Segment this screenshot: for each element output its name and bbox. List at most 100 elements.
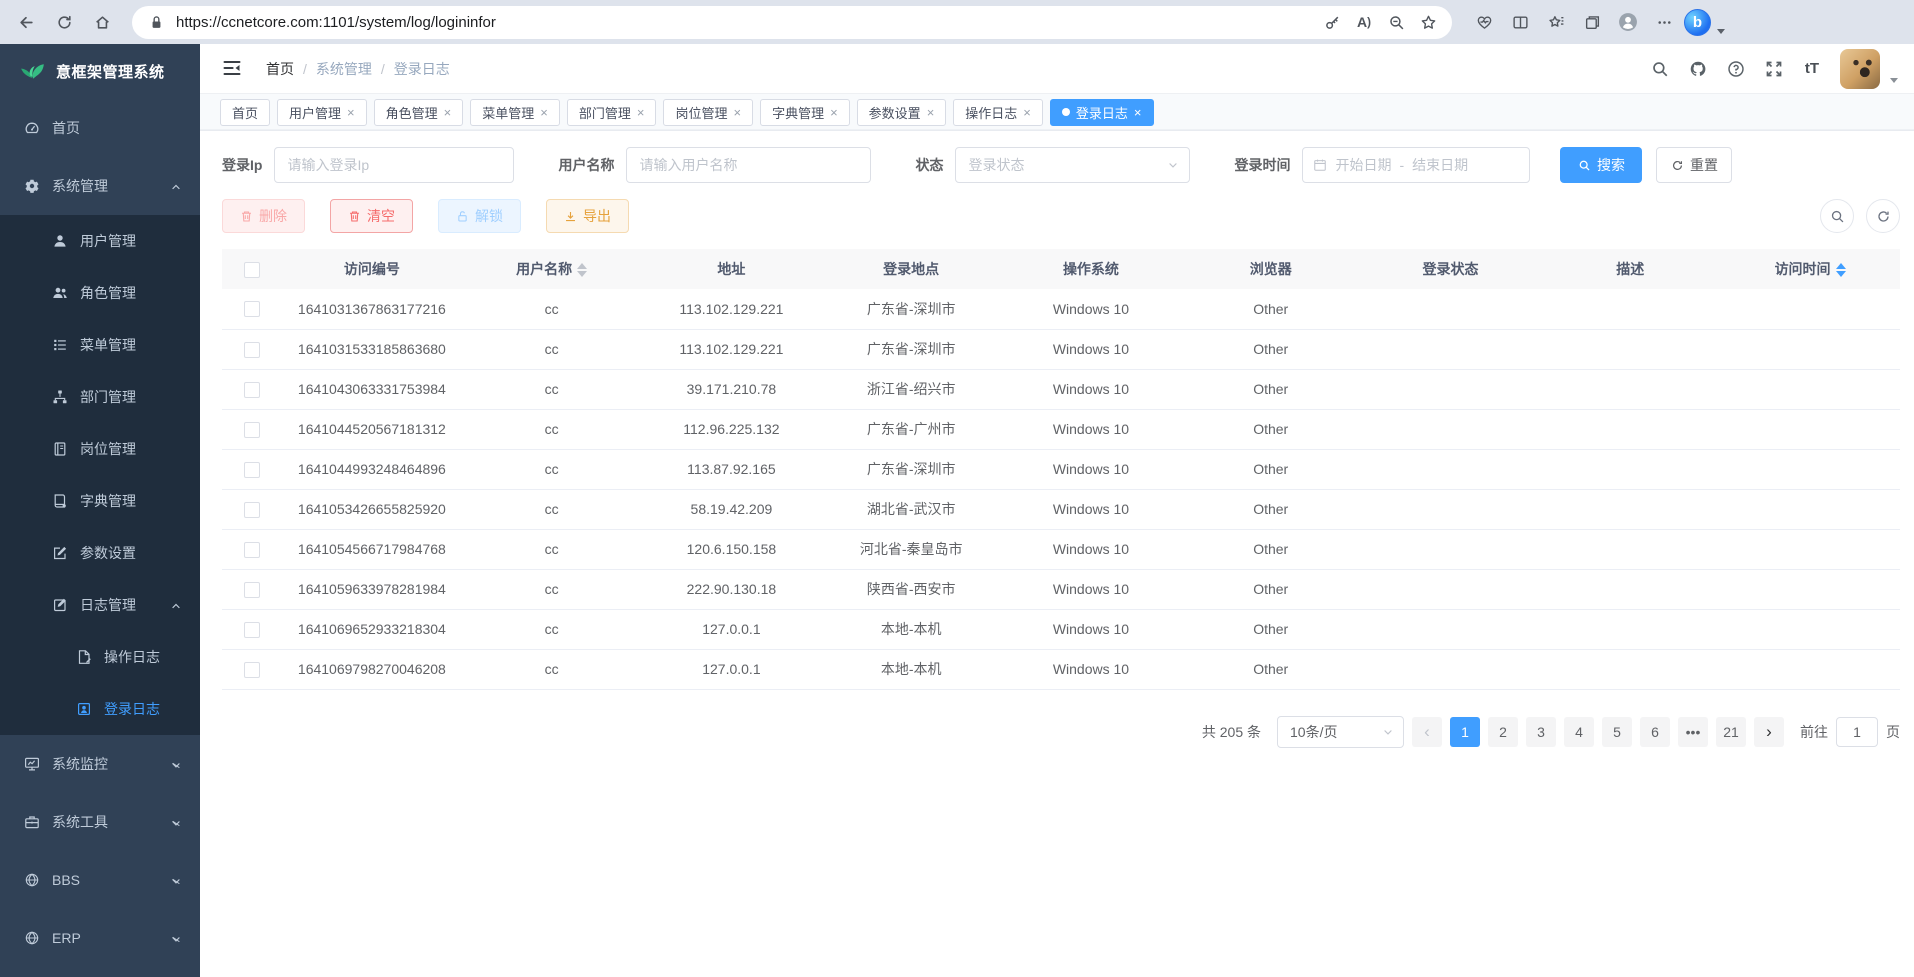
row-checkbox[interactable]	[244, 502, 260, 518]
sidebar-item-角色管理[interactable]: 角色管理	[0, 267, 200, 319]
tab-操作日志[interactable]: 操作日志×	[953, 99, 1043, 126]
lock-icon[interactable]	[146, 12, 166, 32]
favorite-add-icon[interactable]	[1414, 8, 1442, 36]
table-row[interactable]: 1641031367863177216cc113.102.129.221广东省-…	[222, 289, 1900, 329]
sidebar-item-首页[interactable]: 首页	[0, 99, 200, 157]
row-checkbox[interactable]	[244, 382, 260, 398]
table-row[interactable]: 1641044520567181312cc112.96.225.132广东省-广…	[222, 409, 1900, 449]
row-checkbox[interactable]	[244, 582, 260, 598]
sidebar-item-操作日志[interactable]: 操作日志	[0, 631, 200, 683]
login-ip-field[interactable]	[274, 147, 514, 183]
select-all-checkbox[interactable]	[244, 262, 260, 278]
sidebar-item-BBS[interactable]: BBS	[0, 851, 200, 909]
sidebar-item-菜单管理[interactable]: 菜单管理	[0, 319, 200, 371]
collapse-menu-icon[interactable]	[222, 58, 244, 80]
row-checkbox[interactable]	[244, 342, 260, 358]
copilot-caret-icon[interactable]	[1717, 29, 1725, 34]
back-icon[interactable]	[10, 6, 42, 38]
sidebar-item-日志管理[interactable]: 日志管理	[0, 579, 200, 631]
close-icon[interactable]: ×	[347, 105, 355, 120]
url-text[interactable]: https://ccnetcore.com:1101/system/log/lo…	[176, 14, 1308, 31]
tab-角色管理[interactable]: 角色管理×	[374, 99, 464, 126]
favorites-icon[interactable]	[1540, 6, 1572, 38]
table-row[interactable]: 1641069652933218304cc127.0.0.1本地-本机Windo…	[222, 609, 1900, 649]
clear-button[interactable]: 清空	[330, 199, 413, 233]
column-header-用户名称[interactable]: 用户名称	[462, 249, 642, 289]
goto-page-input[interactable]	[1836, 717, 1878, 747]
address-bar[interactable]: https://ccnetcore.com:1101/system/log/lo…	[132, 6, 1452, 39]
table-row[interactable]: 1641053426655825920cc58.19.42.209湖北省-武汉市…	[222, 489, 1900, 529]
close-icon[interactable]: ×	[637, 105, 645, 120]
page-button-4[interactable]: 4	[1564, 717, 1594, 747]
show-search-toggle-button[interactable]	[1820, 199, 1854, 233]
close-icon[interactable]: ×	[444, 105, 452, 120]
zoom-out-icon[interactable]	[1382, 8, 1410, 36]
row-checkbox[interactable]	[244, 422, 260, 438]
settings-menu-icon[interactable]	[1648, 6, 1680, 38]
row-checkbox[interactable]	[244, 662, 260, 678]
page-button-6[interactable]: 6	[1640, 717, 1670, 747]
column-header-访问时间[interactable]: 访问时间	[1720, 249, 1900, 289]
page-button-5[interactable]: 5	[1602, 717, 1632, 747]
avatar-caret-icon[interactable]	[1890, 78, 1898, 83]
sidebar-item-参数设置[interactable]: 参数设置	[0, 527, 200, 579]
table-row[interactable]: 1641059633978281984cc222.90.130.18陕西省-西安…	[222, 569, 1900, 609]
close-icon[interactable]: ×	[927, 105, 935, 120]
collections-icon[interactable]	[1576, 6, 1608, 38]
username-field[interactable]	[626, 147, 871, 183]
tab-参数设置[interactable]: 参数设置×	[857, 99, 947, 126]
sort-carets-icon[interactable]	[577, 263, 587, 277]
table-row[interactable]: 1641043063331753984cc39.171.210.78浙江省-绍兴…	[222, 369, 1900, 409]
tab-用户管理[interactable]: 用户管理×	[277, 99, 367, 126]
font-size-icon[interactable]: tT	[1802, 59, 1822, 79]
tab-首页[interactable]: 首页	[220, 99, 270, 126]
close-icon[interactable]: ×	[1134, 105, 1142, 120]
sidebar-item-部门管理[interactable]: 部门管理	[0, 371, 200, 423]
user-avatar[interactable]	[1840, 49, 1880, 89]
help-icon[interactable]	[1726, 59, 1746, 79]
copilot-icon[interactable]: b	[1684, 9, 1711, 36]
sidebar-item-登录日志[interactable]: 登录日志	[0, 683, 200, 735]
page-button-2[interactable]: 2	[1488, 717, 1518, 747]
tab-部门管理[interactable]: 部门管理×	[567, 99, 657, 126]
reset-button[interactable]: 重置	[1656, 147, 1732, 183]
row-checkbox[interactable]	[244, 301, 260, 317]
search-button[interactable]: 搜索	[1560, 147, 1642, 183]
page-button-1[interactable]: 1	[1450, 717, 1480, 747]
profile-icon[interactable]	[1612, 6, 1644, 38]
table-row[interactable]: 1641069798270046208cc127.0.0.1本地-本机Windo…	[222, 649, 1900, 689]
close-icon[interactable]: ×	[540, 105, 548, 120]
table-row[interactable]: 1641031533185863680cc113.102.129.221广东省-…	[222, 329, 1900, 369]
export-button[interactable]: 导出	[546, 199, 629, 233]
tab-菜单管理[interactable]: 菜单管理×	[470, 99, 560, 126]
sidebar-item-岗位管理[interactable]: 岗位管理	[0, 423, 200, 475]
tab-登录日志[interactable]: 登录日志×	[1050, 99, 1154, 126]
page-button-3[interactable]: 3	[1526, 717, 1556, 747]
unlock-button[interactable]: 解锁	[438, 199, 521, 233]
browser-essentials-icon[interactable]	[1468, 6, 1500, 38]
sidebar-item-字典管理[interactable]: 字典管理	[0, 475, 200, 527]
close-icon[interactable]: ×	[733, 105, 741, 120]
home-icon[interactable]	[86, 6, 118, 38]
table-row[interactable]: 1641054566717984768cc120.6.150.158河北省-秦皇…	[222, 529, 1900, 569]
username-input[interactable]	[639, 157, 858, 173]
sidebar-item-系统监控[interactable]: 系统监控	[0, 735, 200, 793]
sort-carets-icon[interactable]	[1836, 263, 1846, 277]
refresh-table-button[interactable]	[1866, 199, 1900, 233]
sidebar-item-Yi框架[interactable]: Yi框架	[0, 967, 200, 977]
table-row[interactable]: 1641044993248464896cc113.87.92.165广东省-深圳…	[222, 449, 1900, 489]
read-aloud-icon[interactable]: A)	[1350, 8, 1378, 36]
delete-button[interactable]: 删除	[222, 199, 305, 233]
password-key-icon[interactable]	[1318, 8, 1346, 36]
tab-岗位管理[interactable]: 岗位管理×	[663, 99, 753, 126]
sidebar-item-系统管理[interactable]: 系统管理	[0, 157, 200, 215]
date-range-picker[interactable]: 开始日期 - 结束日期	[1302, 147, 1530, 183]
tab-字典管理[interactable]: 字典管理×	[760, 99, 850, 126]
next-page-button[interactable]: ›	[1754, 717, 1784, 747]
fullscreen-icon[interactable]	[1764, 59, 1784, 79]
sidebar-item-系统工具[interactable]: 系统工具	[0, 793, 200, 851]
prev-page-button[interactable]: ‹	[1412, 717, 1442, 747]
status-select[interactable]: 登录状态	[955, 147, 1190, 183]
login-ip-input[interactable]	[287, 157, 501, 173]
row-checkbox[interactable]	[244, 622, 260, 638]
